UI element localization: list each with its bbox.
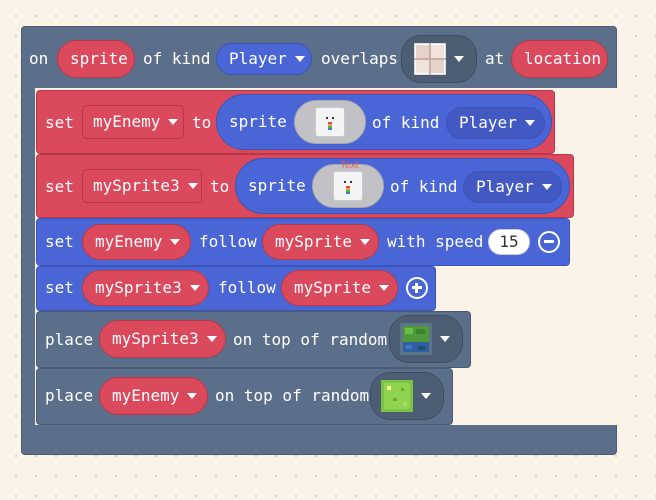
minus-circle-icon[interactable]	[538, 231, 560, 253]
variable-dropdown-label: mySprite3	[93, 176, 180, 195]
variable-dropdown[interactable]: myEnemy	[82, 105, 184, 139]
sprite-param-label: sprite	[70, 49, 128, 68]
speed-input[interactable]: 15	[488, 229, 530, 255]
rainbow-sprite-icon	[344, 181, 352, 194]
variable-dropdown-label: myEnemy	[112, 386, 180, 405]
sprite-label: sprite	[229, 112, 287, 131]
sprite-param[interactable]: sprite	[57, 40, 135, 78]
variable-dropdown[interactable]: mySprite3	[82, 169, 202, 203]
rainbow-sprite-icon	[326, 117, 334, 130]
kind-dropdown-label: Player	[459, 113, 517, 132]
chevron-down-icon	[541, 184, 552, 190]
chevron-down-icon	[360, 239, 371, 245]
grass-tile-icon	[400, 323, 432, 355]
tile-grid-icon	[414, 43, 446, 75]
tile-dropdown[interactable]	[370, 372, 444, 420]
chevron-down-icon	[294, 56, 305, 62]
target-dropdown[interactable]: mySprite	[262, 224, 379, 260]
speed-value: 15	[499, 232, 519, 251]
target-dropdown-label: mySprite	[294, 278, 372, 297]
sprite-image-picker[interactable]	[294, 100, 366, 144]
on-top-of-random-label: on top of random	[233, 330, 388, 349]
variable-dropdown[interactable]: myEnemy	[82, 224, 191, 260]
chevron-down-icon	[189, 285, 200, 291]
chevron-down-icon	[187, 183, 198, 189]
sprite-label: sprite	[248, 176, 306, 195]
set-label: set	[45, 177, 74, 196]
set-label: set	[45, 278, 74, 297]
follow-label: follow	[199, 232, 257, 251]
on-top-of-random-label: on top of random	[215, 386, 370, 405]
variable-dropdown[interactable]: mySprite3	[82, 270, 209, 306]
chevron-down-icon	[168, 119, 179, 125]
kind-dropdown[interactable]: Player	[463, 171, 562, 203]
place-label: place	[45, 330, 94, 349]
target-dropdown-label: mySprite	[275, 232, 353, 251]
target-dropdown[interactable]: mySprite	[281, 270, 398, 306]
sprite-image-icon	[315, 107, 345, 137]
kind-dropdown[interactable]: Player	[446, 107, 545, 139]
chevron-down-icon	[421, 393, 431, 399]
place-label: place	[45, 386, 94, 405]
kind-dropdown-label: Player	[476, 177, 534, 196]
variable-dropdown-label: mySprite3	[112, 329, 199, 348]
variable-dropdown-label: mySprite3	[95, 278, 182, 297]
kind-dropdown[interactable]: Player	[216, 43, 312, 75]
variable-dropdown[interactable]: myEnemy	[99, 377, 208, 415]
kind-dropdown-label: Player	[229, 49, 287, 68]
grass-tile-icon	[381, 380, 413, 412]
to-label: to	[192, 113, 212, 132]
overlaps-label: overlaps	[321, 49, 399, 68]
chevron-down-icon	[454, 56, 464, 62]
variable-dropdown-label: myEnemy	[93, 112, 161, 131]
chevron-down-icon	[379, 285, 390, 291]
with-speed-label: with speed	[387, 232, 484, 251]
location-param[interactable]: location	[511, 40, 608, 78]
chevron-down-icon	[170, 239, 181, 245]
sprite-image-icon	[333, 171, 363, 201]
of-kind-label: of kind	[143, 49, 211, 68]
on-label: on	[29, 49, 49, 68]
to-label: to	[210, 177, 230, 196]
set-label: set	[45, 113, 74, 132]
variable-dropdown[interactable]: mySprite3	[99, 320, 226, 358]
chevron-down-icon	[187, 393, 198, 399]
tile-dropdown[interactable]	[389, 315, 463, 363]
sprite-caption-text: Text	[340, 160, 359, 171]
of-kind-label: of kind	[372, 113, 440, 132]
plus-circle-icon[interactable]	[406, 277, 428, 299]
at-label: at	[485, 49, 505, 68]
chevron-down-icon	[206, 336, 217, 342]
chevron-down-icon	[524, 120, 535, 126]
tile-dropdown[interactable]	[401, 35, 477, 83]
location-param-label: location	[524, 49, 602, 68]
follow-label: follow	[218, 278, 276, 297]
of-kind-label: of kind	[390, 177, 458, 196]
chevron-down-icon	[440, 336, 450, 342]
variable-dropdown-label: myEnemy	[95, 232, 163, 251]
set-label: set	[45, 232, 74, 251]
